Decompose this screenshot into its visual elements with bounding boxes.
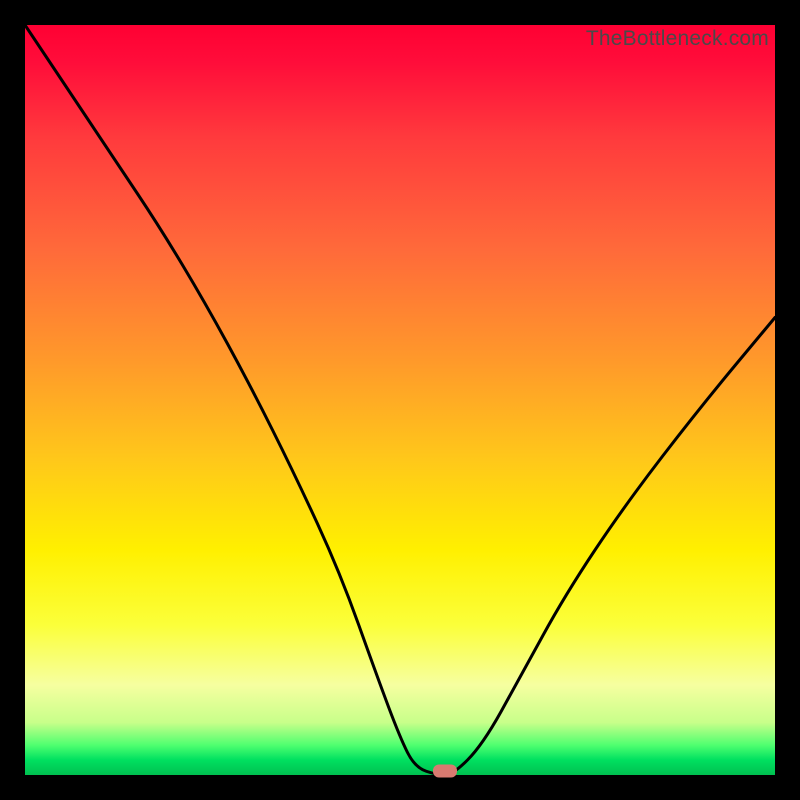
plot-area: TheBottleneck.com [25,25,775,775]
bottleneck-curve [25,25,775,775]
chart-frame: TheBottleneck.com [0,0,800,800]
watermark-label: TheBottleneck.com [586,27,769,51]
optimal-point-marker [433,765,457,778]
